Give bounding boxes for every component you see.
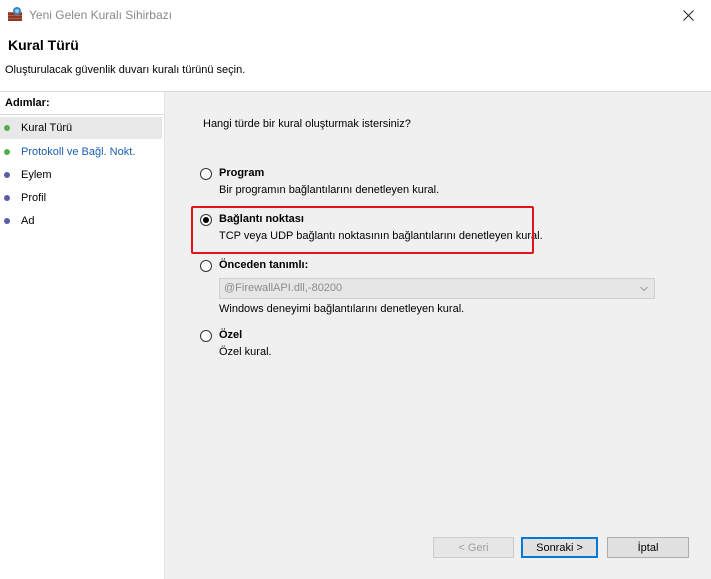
step-status-icon: [4, 195, 10, 201]
close-icon: [682, 9, 694, 21]
close-button[interactable]: [665, 0, 711, 30]
wizard-header: Kural Türü Oluşturulacak güvenlik duvarı…: [0, 30, 711, 92]
step-status-icon: [4, 172, 10, 178]
step-status-icon: [4, 218, 10, 224]
firewall-wizard-icon: [8, 7, 22, 21]
back-button[interactable]: < Geri: [433, 537, 514, 558]
step-ad: Ad: [0, 210, 162, 232]
option-description: Bir programın bağlantılarını denetleyen …: [219, 184, 440, 196]
chevron-down-icon: [640, 286, 648, 292]
radio-predefined[interactable]: [200, 260, 212, 272]
option-description: TCP veya UDP bağlantı noktasının bağlant…: [219, 230, 543, 242]
step-profil: Profil: [0, 187, 162, 209]
page-subtitle: Oluşturulacak güvenlik duvarı kuralı tür…: [5, 64, 246, 76]
steps-divider: [0, 114, 164, 115]
option-label[interactable]: Program: [219, 167, 264, 179]
option-description: Windows deneyimi bağlantılarını denetley…: [219, 303, 465, 315]
question-text: Hangi türde bir kural oluşturmak istersi…: [203, 118, 411, 130]
cancel-button[interactable]: İptal: [607, 537, 689, 558]
step-label: Profil: [21, 192, 47, 204]
next-button[interactable]: Sonraki >: [521, 537, 598, 558]
radio-program[interactable]: [200, 168, 212, 180]
option-description: Özel kural.: [219, 346, 272, 358]
step-status-icon: [4, 149, 10, 155]
step-protokol[interactable]: Protokoll ve Bağl. Nokt.: [0, 141, 162, 163]
main-content: Hangi türde bir kural oluşturmak istersi…: [165, 92, 711, 579]
option-label[interactable]: Önceden tanımlı:: [219, 259, 308, 271]
step-kural-turu: Kural Türü: [0, 117, 162, 139]
step-label: Eylem: [21, 169, 52, 181]
step-label: Kural Türü: [21, 122, 73, 134]
predefined-rule-select[interactable]: @FirewallAPI.dll,-80200: [219, 278, 655, 299]
step-label[interactable]: Protokoll ve Bağl. Nokt.: [21, 146, 135, 158]
step-status-icon: [4, 125, 10, 131]
option-label[interactable]: Bağlantı noktası: [219, 213, 304, 225]
title-bar: Yeni Gelen Kuralı Sihirbazı: [0, 0, 711, 30]
radio-port[interactable]: [200, 214, 212, 226]
option-label[interactable]: Özel: [219, 329, 242, 341]
window-title: Yeni Gelen Kuralı Sihirbazı: [29, 8, 172, 22]
radio-custom[interactable]: [200, 330, 212, 342]
step-eylem: Eylem: [0, 164, 162, 186]
step-label: Ad: [21, 215, 35, 227]
predefined-rule-value: @FirewallAPI.dll,-80200: [224, 282, 343, 294]
steps-sidebar: Adımlar: Kural Türü Protokoll ve Bağl. N…: [0, 92, 165, 579]
steps-title: Adımlar:: [5, 97, 50, 109]
page-title: Kural Türü: [8, 37, 79, 53]
